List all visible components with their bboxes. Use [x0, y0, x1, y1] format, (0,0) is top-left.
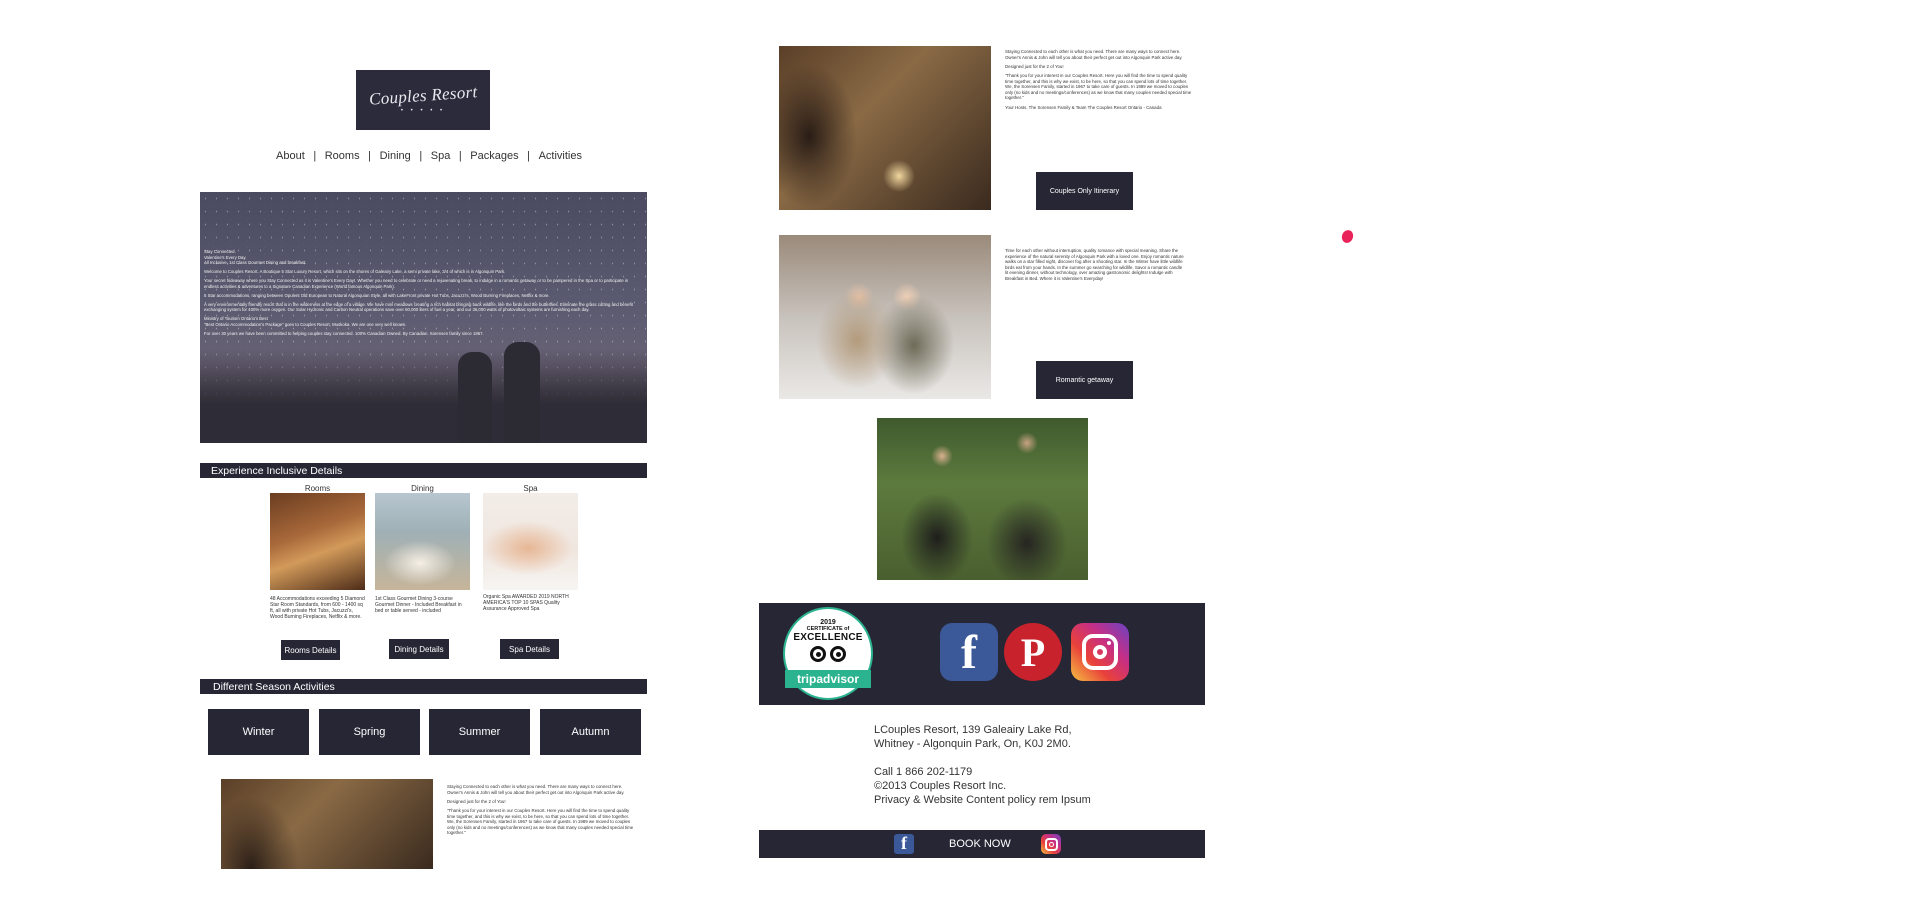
- phone-link[interactable]: Call 1 866 202-1179: [874, 765, 1091, 779]
- facebook-icon[interactable]: f: [940, 623, 998, 681]
- story-paragraph: Staying Connected to each other is what …: [447, 784, 625, 795]
- cursor-marker: [1340, 228, 1355, 245]
- dinner-photo-preview: [221, 779, 433, 869]
- tile-description: Organic Spa AWARDED 2019 NORTH AMERICA'S…: [483, 594, 569, 612]
- owl-icon: [806, 646, 850, 666]
- dinner-photo: [779, 46, 991, 210]
- hero-line: Your secret hideaway where you Stay Conn…: [204, 278, 629, 289]
- nav-spa[interactable]: Spa: [431, 150, 451, 166]
- tile-description: 48 Accommodations exceeding 5 Diamond St…: [270, 596, 365, 620]
- nav-separator: |: [458, 150, 462, 162]
- spa-details-button[interactable]: Spa Details: [500, 639, 559, 659]
- story-paragraph: Designed just for the 2 of You!: [447, 798, 506, 804]
- logo[interactable]: Couples Resort • • • • •: [356, 70, 490, 130]
- tile-label: Rooms: [304, 484, 331, 493]
- story-paragraph: Staying Connected to each other is what …: [1005, 49, 1183, 60]
- experience-title: Experience Inclusive Details: [211, 464, 343, 477]
- address-line: Whitney - Algonquin Park, On, K0J 2M0.: [874, 738, 1071, 750]
- hero-line: All Inclusive, 1st Class Gourmet Dining …: [204, 260, 307, 266]
- seasons-title: Different Season Activities: [213, 680, 335, 693]
- rooms-photo[interactable]: [270, 493, 365, 590]
- story-paragraph: "Thank you for your interest in our Coup…: [447, 807, 634, 836]
- policy-link[interactable]: Privacy & Website Content policy rem Ips…: [874, 793, 1091, 807]
- address-line: LCouples Resort, 139 Galeairy Lake Rd,: [874, 724, 1072, 736]
- season-autumn-button[interactable]: Autumn: [540, 709, 641, 755]
- tile-label: Spa: [523, 484, 538, 493]
- romance-paragraph: Time for each other without interruption…: [1005, 248, 1184, 281]
- tile-description: 1st Class Gourmet Dining 3-course Gourme…: [375, 596, 462, 614]
- hero-line: "Best Ontario Accommodation's Package" g…: [204, 321, 407, 327]
- social-band: 2019 CERTIFICATE of EXCELLENCE tripadvis…: [759, 603, 1205, 705]
- story-text-preview: Staying Connected to each other is what …: [447, 784, 637, 869]
- season-spring-button[interactable]: Spring: [319, 709, 420, 755]
- nav-separator: |: [313, 150, 317, 162]
- hero-line: 5 Star accommodations, ranging between O…: [204, 292, 550, 298]
- instagram-icon[interactable]: [1041, 834, 1061, 854]
- badge-year: 2019: [820, 619, 836, 626]
- logo-text: Couples Resort: [368, 82, 478, 109]
- season-winter-button[interactable]: Winter: [208, 709, 309, 755]
- seasons-header: Different Season Activities: [200, 679, 647, 694]
- story-paragraph: Designed just for the 2 of You!: [1005, 63, 1064, 69]
- logo-dots: • • • • •: [400, 108, 446, 114]
- tile-dining: Dining 1st Class Gourmet Dining 3-course…: [375, 484, 470, 614]
- tripadvisor-badge[interactable]: 2019 CERTIFICATE of EXCELLENCE tripadvis…: [783, 607, 873, 700]
- horseback-photo: [877, 418, 1088, 580]
- pinterest-icon[interactable]: P: [1004, 623, 1062, 681]
- hero-banner: Stay Connected. Valentine's Every Day. A…: [200, 192, 647, 443]
- book-now-bar: f BOOK NOW: [759, 830, 1205, 858]
- rooms-details-button[interactable]: Rooms Details: [281, 640, 340, 660]
- main-nav: About | Rooms | Dining | Spa | Packages …: [276, 150, 582, 166]
- story-paragraph: "Thank you for your interest in our Coup…: [1005, 72, 1192, 101]
- romance-text: Time for each other without interruption…: [1005, 248, 1185, 285]
- instagram-icon[interactable]: [1071, 623, 1129, 681]
- story-paragraph: Your Hosts, The Sorensen Family & Team T…: [1005, 104, 1162, 110]
- book-now-button[interactable]: BOOK NOW: [949, 830, 1011, 858]
- nav-activities[interactable]: Activities: [539, 150, 582, 166]
- story-text: Staying Connected to each other is what …: [1005, 49, 1195, 114]
- nav-separator: |: [527, 150, 531, 162]
- facebook-icon[interactable]: f: [894, 833, 914, 854]
- experience-header: Experience Inclusive Details: [200, 463, 647, 478]
- nav-packages[interactable]: Packages: [470, 150, 518, 166]
- nav-rooms[interactable]: Rooms: [325, 150, 360, 166]
- badge-brand: tripadvisor: [785, 670, 871, 688]
- hero-silhouette: [504, 342, 540, 443]
- nav-about[interactable]: About: [276, 150, 305, 166]
- tile-rooms: Rooms 48 Accommodations exceeding 5 Diam…: [270, 484, 365, 620]
- hero-line: For over 30 years we have been committed…: [204, 330, 484, 336]
- dining-photo[interactable]: [375, 493, 470, 590]
- nav-dining[interactable]: Dining: [380, 150, 411, 166]
- season-summer-button[interactable]: Summer: [429, 709, 530, 755]
- romantic-getaway-button[interactable]: Romantic getaway: [1036, 361, 1133, 399]
- couples-itinerary-button[interactable]: Couples Only Itinerary: [1036, 172, 1133, 210]
- tile-label: Dining: [411, 484, 434, 493]
- tile-spa: Spa Organic Spa AWARDED 2019 NORTH AMERI…: [483, 484, 578, 612]
- hero-text: Stay Connected. Valentine's Every Day. A…: [204, 249, 644, 340]
- dining-details-button[interactable]: Dining Details: [389, 639, 449, 659]
- snow-couple-photo: [779, 235, 991, 399]
- nav-separator: |: [419, 150, 423, 162]
- badge-line: EXCELLENCE: [793, 632, 863, 643]
- hero-line: Welcome to Couples Resort. A Boutique 5 …: [204, 269, 506, 275]
- spa-photo[interactable]: [483, 493, 578, 590]
- nav-separator: |: [368, 150, 371, 162]
- hero-line: A very environmentally friendly resort t…: [204, 301, 633, 313]
- hero-treeline: [200, 348, 647, 443]
- copyright: ©2013 Couples Resort Inc.: [874, 780, 1007, 792]
- hero-silhouette: [458, 352, 492, 443]
- footer-address: LCouples Resort, 139 Galeairy Lake Rd, W…: [874, 723, 1091, 807]
